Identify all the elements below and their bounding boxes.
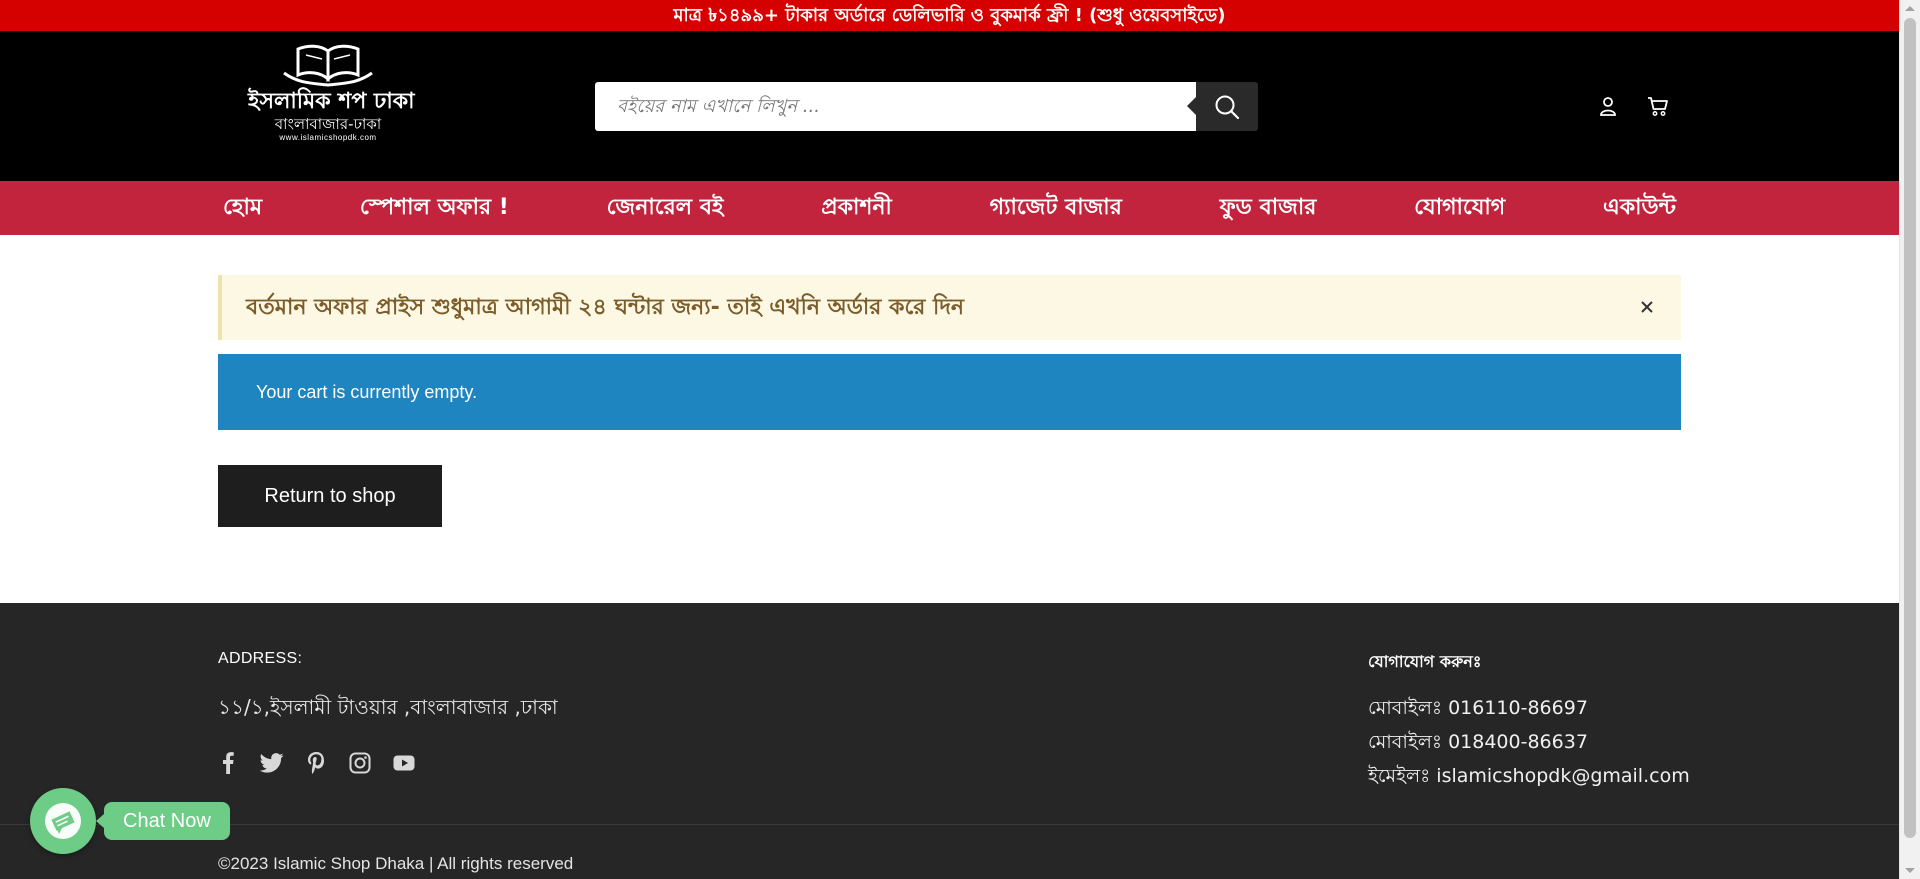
youtube-icon[interactable] bbox=[390, 749, 418, 777]
scroll-up-arrow-icon[interactable] bbox=[1905, 6, 1915, 11]
contact-title: যোগাযোগ করুনঃ bbox=[1368, 652, 1482, 671]
footer-divider bbox=[0, 824, 1899, 825]
page-scrollbar[interactable] bbox=[1899, 0, 1920, 879]
scroll-down-arrow-icon[interactable] bbox=[1905, 868, 1915, 873]
chat-bubble-button[interactable] bbox=[30, 788, 96, 854]
search-input[interactable] bbox=[595, 82, 1196, 131]
nav-item-contact[interactable]: যোগাযোগ bbox=[1414, 190, 1505, 227]
search-icon bbox=[1215, 95, 1240, 119]
mobile-label: মোবাইলঃ bbox=[1368, 697, 1443, 719]
email-address[interactable]: islamicshopdk@gmail.com bbox=[1436, 765, 1689, 787]
nav-item-gadget-bazar[interactable]: গ্যাজেট বাজার bbox=[990, 190, 1122, 227]
nav-item-food-bazar[interactable]: ফুড বাজার bbox=[1220, 190, 1317, 227]
nav-item-special-offer[interactable]: স্পেশাল অফার ! bbox=[360, 190, 509, 227]
scrollbar-thumb[interactable] bbox=[1904, 18, 1916, 838]
cart-empty-info: Your cart is currently empty. bbox=[218, 354, 1681, 430]
address-text: ১১/১,ইসলামী টাওয়ার ,বাংলাবাজার ,ঢাকা bbox=[218, 695, 558, 719]
social-links bbox=[214, 749, 418, 777]
nav-item-general-books[interactable]: জেনারেল বই bbox=[607, 190, 724, 227]
mobile-number-1[interactable]: 016110-86697 bbox=[1448, 697, 1588, 719]
nav-item-home[interactable]: হোম bbox=[223, 190, 262, 227]
cart-icon bbox=[1648, 97, 1668, 116]
contact-mobile-1: মোবাইলঃ 016110-86697 bbox=[1368, 694, 1588, 726]
book-logo-icon bbox=[283, 44, 373, 87]
page: মাত্র ৳১৪৯৯+ টাকার অর্ডারে ডেলিভারি ও বু… bbox=[0, 0, 1899, 879]
site-logo[interactable]: ইসলামিক শপ ঢাকা বাংলাবাজার-ঢাকা www.isla… bbox=[248, 43, 415, 155]
nav-item-account[interactable]: একাউন্ট bbox=[1603, 190, 1676, 227]
logo-title: ইসলামিক শপ ঢাকা bbox=[248, 89, 415, 114]
mobile-number-2[interactable]: 018400-86637 bbox=[1448, 731, 1588, 753]
cart-button[interactable] bbox=[1645, 93, 1671, 119]
offer-notice: বর্তমান অফার প্রাইস শুধুমাত্র আগামী ২৪ ঘ… bbox=[218, 275, 1681, 340]
address-label: ADDRESS: bbox=[218, 650, 303, 667]
chat-icon bbox=[45, 803, 81, 839]
contact-mobile-2: মোবাইলঃ 018400-86637 bbox=[1368, 728, 1588, 760]
site-footer: ADDRESS: ১১/১,ইসলামী টাওয়ার ,বাংলাবাজার… bbox=[0, 603, 1899, 879]
nav-item-publishers[interactable]: প্রকাশনী bbox=[821, 190, 892, 227]
site-header: ইসলামিক শপ ঢাকা বাংলাবাজার-ঢাকা www.isla… bbox=[0, 31, 1899, 181]
contact-email: ইমেইলঃ islamicshopdk@gmail.com bbox=[1368, 762, 1690, 794]
search-button[interactable] bbox=[1187, 82, 1258, 131]
announcement-text: মাত্র ৳১৪৯৯+ টাকার অর্ডারে ডেলিভারি ও বু… bbox=[673, 5, 1226, 26]
user-icon bbox=[1600, 97, 1616, 116]
main-nav: হোম স্পেশাল অফার ! জেনারেল বই প্রকাশনী গ… bbox=[0, 181, 1899, 235]
account-button[interactable] bbox=[1595, 93, 1621, 119]
return-to-shop-button[interactable]: Return to shop bbox=[218, 465, 442, 527]
search-form bbox=[595, 82, 1258, 131]
announcement-bar: মাত্র ৳১৪৯৯+ টাকার অর্ডারে ডেলিভারি ও বু… bbox=[0, 0, 1899, 31]
twitter-icon[interactable] bbox=[258, 749, 286, 777]
offer-notice-text: বর্তমান অফার প্রাইস শুধুমাত্র আগামী ২৪ ঘ… bbox=[246, 295, 965, 320]
mobile-label: মোবাইলঃ bbox=[1368, 731, 1443, 753]
instagram-icon[interactable] bbox=[346, 749, 374, 777]
pinterest-icon[interactable] bbox=[302, 749, 330, 777]
facebook-icon[interactable] bbox=[214, 749, 242, 777]
logo-subtitle: বাংলাবাজার-ঢাকা bbox=[274, 115, 382, 133]
close-icon bbox=[1641, 301, 1653, 313]
chat-now-label[interactable]: Chat Now bbox=[96, 802, 230, 840]
logo-url: www.islamicshopdk.com bbox=[279, 133, 377, 142]
email-label: ইমেইলঃ bbox=[1368, 765, 1431, 787]
cart-empty-message: Your cart is currently empty. bbox=[256, 382, 478, 402]
close-notice-button[interactable] bbox=[1635, 295, 1659, 319]
copyright-text: ©2023 Islamic Shop Dhaka | All rights re… bbox=[218, 854, 574, 873]
